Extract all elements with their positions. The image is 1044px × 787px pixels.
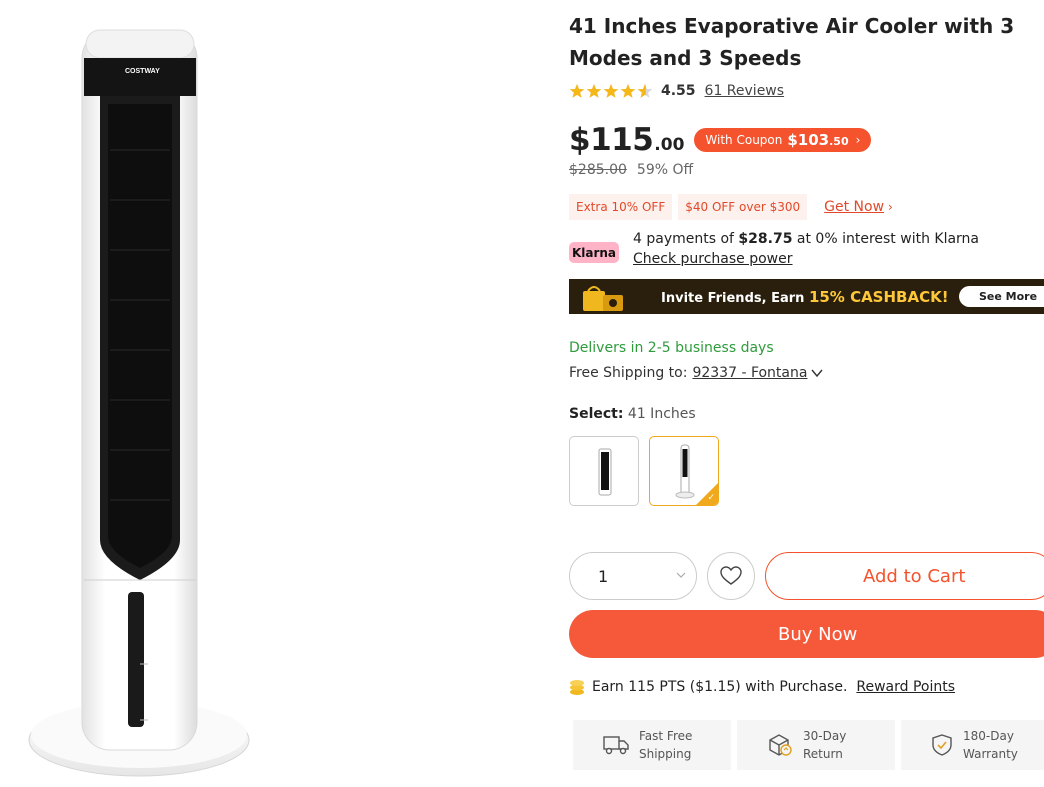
benefit-line1: Fast Free bbox=[639, 729, 693, 743]
buy-now-button[interactable]: Buy Now bbox=[569, 610, 1044, 658]
points-text: Earn 115 PTS ($1.15) with Purchase. bbox=[592, 679, 848, 695]
original-price: $285.00 bbox=[569, 162, 627, 178]
coupon-price-cents: .50 bbox=[829, 134, 849, 148]
price-row: $115 .00 With Coupon $103 .50 › bbox=[569, 120, 872, 160]
klarna-payments-text: 4 payments of $28.75 at 0% interest with… bbox=[633, 229, 979, 249]
klarna-amount: $28.75 bbox=[738, 231, 793, 247]
chevron-down-icon bbox=[676, 572, 686, 578]
delivery-estimate: Delivers in 2-5 business days bbox=[569, 340, 774, 356]
rating-row: 4.55 61 Reviews bbox=[569, 80, 784, 102]
variant-thumbnail bbox=[598, 448, 612, 496]
benefit-line2: Warranty bbox=[963, 747, 1018, 761]
coupon-price: $103 bbox=[787, 131, 830, 149]
banner-text: Invite Friends, Earn 15% CASHBACK! bbox=[661, 288, 949, 306]
current-price: $115 bbox=[569, 122, 654, 158]
chevron-right-icon: › bbox=[855, 133, 861, 147]
see-more-button[interactable]: See More bbox=[959, 286, 1044, 307]
chevron-right-icon: › bbox=[888, 200, 893, 214]
variant-option[interactable] bbox=[569, 436, 639, 506]
shipping-row: Free Shipping to: 92337 - Fontana bbox=[569, 365, 824, 381]
get-now-link[interactable]: Get Now bbox=[824, 199, 884, 215]
return-box-icon bbox=[769, 734, 792, 756]
klarna-logo: Klarna bbox=[569, 242, 619, 263]
promo-tag[interactable]: Extra 10% OFF bbox=[569, 194, 673, 220]
select-value: 41 Inches bbox=[627, 406, 696, 422]
select-label: Select: bbox=[569, 406, 624, 422]
check-icon: ✓ bbox=[707, 493, 715, 503]
quantity-selector[interactable]: 1 bbox=[569, 552, 697, 600]
quantity-value: 1 bbox=[598, 566, 609, 586]
klarna-section: Klarna 4 payments of $28.75 at 0% intere… bbox=[569, 229, 979, 273]
reviews-link[interactable]: 61 Reviews bbox=[705, 83, 785, 99]
chevron-down-icon[interactable] bbox=[810, 366, 824, 380]
zip-selector[interactable]: 92337 - Fontana bbox=[692, 365, 807, 381]
benefit-line1: 30-Day bbox=[803, 729, 847, 743]
shopping-bag-icon bbox=[583, 286, 623, 311]
variant-option-selected[interactable]: ✓ bbox=[649, 436, 719, 506]
original-price-row: $285.00 59% Off bbox=[569, 160, 693, 180]
klarna-text-after: at 0% interest with Klarna bbox=[796, 231, 980, 247]
star-icon bbox=[637, 84, 653, 98]
banner-highlight: 15% CASHBACK! bbox=[808, 288, 949, 306]
variant-select-label: Select: 41 Inches bbox=[569, 406, 696, 422]
discount-percent: 59% Off bbox=[636, 162, 694, 178]
reward-points-link[interactable]: Reward Points bbox=[856, 679, 955, 695]
add-to-cart-button[interactable]: Add to Cart bbox=[765, 552, 1044, 600]
promo-tag[interactable]: $40 OFF over $300 bbox=[678, 194, 808, 220]
product-title: 41 Inches Evaporative Air Cooler with 3 … bbox=[569, 14, 1015, 70]
star-icon bbox=[569, 84, 585, 98]
brand-logo: COSTWAY bbox=[125, 68, 160, 75]
points-row: Earn 115 PTS ($1.15) with Purchase. Rewa… bbox=[569, 677, 955, 697]
heart-icon bbox=[720, 566, 742, 585]
current-price-cents: .00 bbox=[654, 135, 685, 155]
star-icon bbox=[603, 84, 619, 98]
benefit-return: 30-Day Return bbox=[737, 720, 895, 770]
klarna-text-before: 4 payments of bbox=[633, 231, 734, 247]
star-rating bbox=[569, 83, 653, 99]
truck-icon bbox=[603, 736, 629, 755]
rating-value: 4.55 bbox=[661, 83, 696, 99]
shield-check-icon bbox=[932, 734, 952, 756]
product-image: COSTWAY bbox=[0, 0, 270, 787]
benefit-line2: Return bbox=[803, 747, 843, 761]
star-icon bbox=[620, 84, 636, 98]
check-purchase-power-link[interactable]: Check purchase power bbox=[633, 251, 793, 267]
cashback-banner[interactable]: Invite Friends, Earn 15% CASHBACK! See M… bbox=[569, 279, 1044, 314]
benefit-fast-shipping: Fast Free Shipping bbox=[573, 720, 731, 770]
benefit-line1: 180-Day bbox=[963, 729, 1014, 743]
coupon-label: With Coupon bbox=[705, 133, 783, 147]
star-icon bbox=[586, 84, 602, 98]
banner-label: Invite Friends, Earn bbox=[661, 291, 805, 306]
benefit-line2: Shipping bbox=[639, 747, 692, 761]
benefit-warranty: 180-Day Warranty bbox=[901, 720, 1044, 770]
coupon-button[interactable]: With Coupon $103 .50 › bbox=[694, 128, 872, 152]
promo-row: Extra 10% OFF $40 OFF over $300 Get Now … bbox=[569, 194, 893, 220]
shipping-label: Free Shipping to: bbox=[569, 365, 688, 381]
wishlist-button[interactable] bbox=[707, 552, 755, 600]
coins-icon bbox=[570, 680, 584, 695]
